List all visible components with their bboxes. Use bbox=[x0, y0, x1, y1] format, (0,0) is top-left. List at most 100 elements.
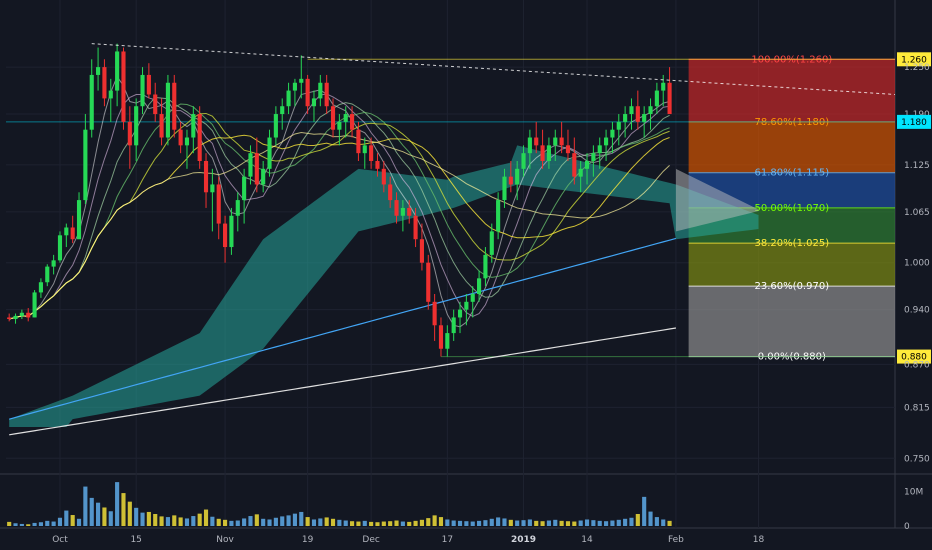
candle-body bbox=[32, 292, 37, 318]
price-tick-label: 0.870 bbox=[904, 360, 930, 370]
volume-bar bbox=[559, 520, 564, 526]
volume-bar bbox=[654, 517, 659, 526]
candle-body bbox=[464, 301, 469, 310]
fib-zone-100.00% bbox=[688, 59, 895, 122]
candle-body bbox=[388, 184, 393, 201]
volume-bar bbox=[451, 520, 456, 526]
volume-bar bbox=[324, 517, 329, 526]
candle-body bbox=[248, 153, 253, 177]
candle-body bbox=[610, 129, 615, 138]
volume-bar bbox=[26, 524, 31, 526]
volume-bar bbox=[477, 520, 482, 526]
candle-body bbox=[7, 317, 12, 320]
volume-bar bbox=[457, 520, 463, 526]
volume-bar bbox=[553, 519, 558, 526]
volume-bar bbox=[184, 518, 190, 526]
volume-bar bbox=[661, 519, 666, 526]
volume-bar bbox=[57, 517, 63, 526]
volume-bar bbox=[565, 521, 571, 526]
candle-body bbox=[445, 333, 450, 349]
volume-bar bbox=[330, 518, 336, 526]
fib-level-label: 61.80%(1.115) bbox=[755, 168, 830, 179]
candle-body bbox=[527, 137, 532, 154]
volume-bar bbox=[172, 515, 177, 526]
volume-bar bbox=[273, 517, 278, 526]
volume-bar bbox=[369, 521, 374, 526]
candle-body bbox=[261, 168, 266, 185]
candle-body bbox=[502, 176, 507, 201]
volume-bar bbox=[489, 518, 494, 526]
candle-body bbox=[191, 114, 196, 138]
volume-bar bbox=[508, 519, 513, 526]
candle-body bbox=[203, 160, 209, 193]
fib-zone-78.60% bbox=[688, 121, 895, 173]
candle-body bbox=[350, 114, 355, 130]
volume-bar bbox=[381, 521, 386, 526]
volume-bar bbox=[667, 520, 672, 526]
candle-body bbox=[254, 153, 259, 185]
volume-bar bbox=[108, 511, 113, 526]
candle-body bbox=[140, 74, 145, 107]
time-tick-label: 17 bbox=[442, 535, 453, 545]
volume-bar bbox=[337, 519, 342, 526]
volume-tick-label: 10M bbox=[904, 488, 923, 498]
candle-body bbox=[584, 160, 590, 169]
candle-body bbox=[229, 215, 234, 248]
volume-bar bbox=[343, 520, 348, 526]
volume-bar bbox=[197, 513, 202, 526]
volume-bar bbox=[286, 515, 291, 526]
price-tick-label: 1.065 bbox=[904, 208, 930, 218]
candle-body bbox=[629, 106, 634, 115]
candle-body bbox=[83, 129, 88, 201]
volume-bar bbox=[64, 510, 69, 526]
candle-body bbox=[642, 114, 647, 122]
candle-body bbox=[13, 315, 18, 320]
candle-body bbox=[57, 235, 63, 261]
candle-body bbox=[578, 168, 583, 177]
candle-body bbox=[127, 121, 132, 146]
price-tick-label: 0.750 bbox=[904, 454, 930, 464]
volume-bar bbox=[7, 521, 12, 526]
volume-bar bbox=[546, 520, 551, 526]
volume-bar bbox=[527, 519, 532, 526]
volume-bar bbox=[229, 520, 234, 526]
price-tick-label: 0.940 bbox=[904, 306, 930, 316]
volume-bar bbox=[45, 520, 50, 526]
volume-bar bbox=[432, 515, 437, 526]
candlestick-chart[interactable]: 100.00%(1.260)78.60%(1.180)61.80%(1.115)… bbox=[0, 0, 932, 550]
chart-root: 100.00%(1.260) 78.60%(1.180) 61.80%(1.115)… bbox=[0, 0, 932, 550]
volume-bar bbox=[13, 523, 18, 526]
volume-bar bbox=[153, 514, 158, 526]
candle-body bbox=[172, 82, 177, 130]
candle-body bbox=[521, 153, 526, 169]
candle-body bbox=[45, 266, 50, 283]
volume-bar bbox=[438, 517, 444, 526]
volume-bar bbox=[362, 520, 367, 526]
volume-bar bbox=[648, 511, 653, 526]
candle-body bbox=[153, 94, 158, 115]
candle-body bbox=[102, 67, 107, 99]
candle-body bbox=[311, 98, 317, 107]
volume-bar bbox=[140, 512, 145, 526]
price-tick-label: 1.125 bbox=[904, 161, 930, 171]
candle-body bbox=[477, 278, 482, 294]
volume-bar bbox=[89, 497, 94, 526]
candle-body bbox=[597, 145, 602, 154]
candle-body bbox=[146, 74, 151, 95]
candle-body bbox=[648, 106, 653, 115]
fib-zone-38.20% bbox=[688, 243, 895, 287]
time-tick-label: 14 bbox=[581, 535, 593, 545]
candle-body bbox=[223, 223, 228, 248]
volume-bar bbox=[146, 511, 151, 526]
candle-body bbox=[540, 145, 545, 161]
volume-bar bbox=[305, 517, 310, 526]
candle-body bbox=[394, 200, 399, 216]
candle-body bbox=[242, 176, 247, 201]
candle-body bbox=[457, 309, 463, 318]
volume-bar bbox=[235, 520, 240, 526]
candle-body bbox=[337, 121, 342, 130]
volume-bar bbox=[267, 519, 272, 526]
volume-bar bbox=[413, 520, 418, 526]
candle-body bbox=[330, 106, 336, 130]
volume-bar bbox=[445, 519, 450, 526]
